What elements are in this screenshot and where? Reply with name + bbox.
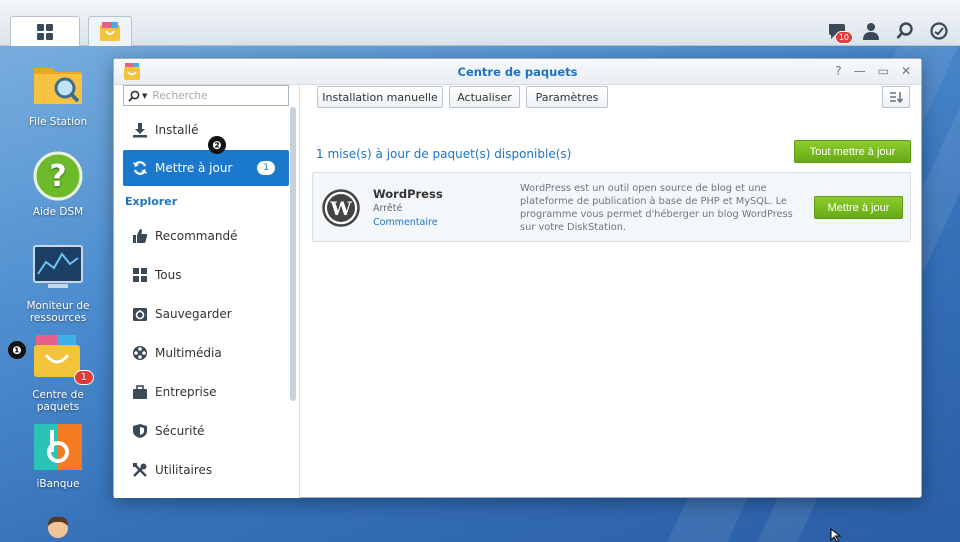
backup-icon xyxy=(131,305,149,323)
notification-count-badge: 10 xyxy=(834,31,853,44)
monitor-chart-icon xyxy=(33,245,83,288)
update-all-button[interactable]: Tout mettre à jour xyxy=(794,140,911,163)
update-count-text: 1 mise(s) à jour de paquet(s) disponible… xyxy=(316,147,572,161)
grid-icon xyxy=(131,266,149,284)
minimize-button[interactable]: — xyxy=(854,64,866,78)
search-icon xyxy=(896,22,913,39)
sidebar-item-label: Sauvegarder xyxy=(155,307,232,321)
taskbar-tray: 10 xyxy=(824,18,952,44)
shield-icon xyxy=(131,422,149,440)
sidebar-item-security[interactable]: Sécurité xyxy=(123,413,289,449)
grid-icon xyxy=(37,23,53,40)
help-icon: ? xyxy=(33,151,83,201)
package-center-icon xyxy=(100,21,120,41)
thumbs-up-icon xyxy=(131,227,149,245)
package-status: Arrêté xyxy=(373,203,403,214)
maximize-button[interactable]: ▭ xyxy=(878,64,889,78)
wordpress-icon: W xyxy=(322,189,360,227)
sidebar-item-multimedia[interactable]: Multimédia xyxy=(123,335,289,371)
desktop-icon-package-center[interactable]: 1 Centre de paquets xyxy=(13,333,103,413)
sort-button[interactable] xyxy=(882,86,910,108)
briefcase-icon xyxy=(131,383,149,401)
package-comment-link[interactable]: Commentaire xyxy=(373,217,438,228)
sidebar-item-label: Mettre à jour xyxy=(155,161,233,175)
widgets-button[interactable] xyxy=(926,18,952,44)
svg-text:W: W xyxy=(329,198,352,220)
package-card-wordpress[interactable]: W WordPress Arrêté Commentaire WordPress… xyxy=(312,172,911,242)
desktop-icon-label: File Station xyxy=(28,116,88,128)
gauge-icon xyxy=(930,22,948,40)
desktop-icon-label: Moniteur de ressources xyxy=(26,300,90,324)
sidebar-scrollbar[interactable] xyxy=(290,107,296,401)
svg-text:?: ? xyxy=(49,159,66,194)
help-button[interactable]: ? xyxy=(835,64,841,78)
taskbar-package-center-button[interactable] xyxy=(88,16,132,46)
sidebar-item-label: Sécurité xyxy=(155,424,205,438)
window-title: Centre de paquets xyxy=(457,65,578,79)
search-placeholder: Recherche xyxy=(152,89,208,102)
section-header-explorer: Explorer xyxy=(125,195,178,208)
main-menu-button[interactable] xyxy=(10,16,80,46)
desktop-icon-file-station[interactable]: File Station xyxy=(13,60,103,128)
sidebar-item-label: Installé xyxy=(155,123,199,137)
sidebar-item-label: Recommandé xyxy=(155,229,238,243)
package-center-window: Centre de paquets ? — ▭ ✕ ▼ Recherche In… xyxy=(113,58,922,498)
sidebar-item-label: Tous xyxy=(155,268,182,282)
window-controls: ? — ▭ ✕ xyxy=(835,64,911,78)
user-button[interactable] xyxy=(858,18,884,44)
tools-icon xyxy=(131,461,149,479)
cursor-icon xyxy=(830,528,842,542)
ibanque-icon xyxy=(34,424,82,470)
sidebar-item-label: Utilitaires xyxy=(155,463,213,477)
annotation-marker-2: ❷ xyxy=(208,136,226,154)
main-content: Installation manuelle Actualiser Paramèt… xyxy=(301,85,922,498)
sidebar-item-recommended[interactable]: Recommandé xyxy=(123,218,289,254)
taskbar: 10 xyxy=(0,0,960,46)
sidebar-item-update[interactable]: Mettre à jour 1 xyxy=(123,150,289,186)
desktop-icon-user[interactable] xyxy=(13,514,103,542)
sidebar-item-installed[interactable]: Installé xyxy=(123,112,289,148)
user-icon xyxy=(863,23,879,40)
update-count-badge: 1 xyxy=(257,161,275,175)
sidebar-item-backup[interactable]: Sauvegarder xyxy=(123,296,289,332)
package-name: WordPress xyxy=(373,187,443,201)
search-input[interactable]: ▼ Recherche xyxy=(123,85,289,106)
film-reel-icon xyxy=(131,344,149,362)
sidebar-item-all[interactable]: Tous xyxy=(123,257,289,293)
desktop-icon-label: Centre de paquets xyxy=(32,389,84,413)
download-icon xyxy=(131,121,149,139)
search-button[interactable] xyxy=(892,18,918,44)
desktop-icon-label: iBanque xyxy=(36,478,80,490)
desktop-icon-label: Aide DSM xyxy=(32,206,84,218)
notifications-button[interactable]: 10 xyxy=(824,18,853,44)
settings-button[interactable]: Paramètres xyxy=(526,86,608,108)
close-button[interactable]: ✕ xyxy=(901,64,911,78)
sort-icon xyxy=(890,92,903,103)
window-titlebar[interactable]: Centre de paquets ? — ▭ ✕ xyxy=(114,59,921,85)
update-badge: 1 xyxy=(73,370,94,385)
sidebar-item-label: Multimédia xyxy=(155,346,222,360)
person-icon xyxy=(48,516,68,538)
folder-search-icon xyxy=(34,68,82,104)
refresh-icon xyxy=(131,159,149,177)
sidebar-item-label: Entreprise xyxy=(155,385,217,399)
desktop-icon-ibanque[interactable]: iBanque xyxy=(13,422,103,490)
refresh-button[interactable]: Actualiser xyxy=(449,86,520,108)
desktop-icon-help[interactable]: ? Aide DSM xyxy=(13,150,103,218)
sidebar-item-utilities[interactable]: Utilitaires xyxy=(123,452,289,488)
search-icon xyxy=(128,90,140,102)
package-update-button[interactable]: Mettre à jour xyxy=(814,196,903,219)
manual-install-button[interactable]: Installation manuelle xyxy=(317,86,443,108)
sidebar: ▼ Recherche Installé Mettre à jour 1 Exp… xyxy=(114,85,300,498)
search-dropdown-icon[interactable]: ▼ xyxy=(142,92,147,100)
sidebar-item-business[interactable]: Entreprise xyxy=(123,374,289,410)
desktop-icon-resource-monitor[interactable]: Moniteur de ressources xyxy=(13,244,103,324)
package-description: WordPress est un outil open source de bl… xyxy=(520,183,793,233)
